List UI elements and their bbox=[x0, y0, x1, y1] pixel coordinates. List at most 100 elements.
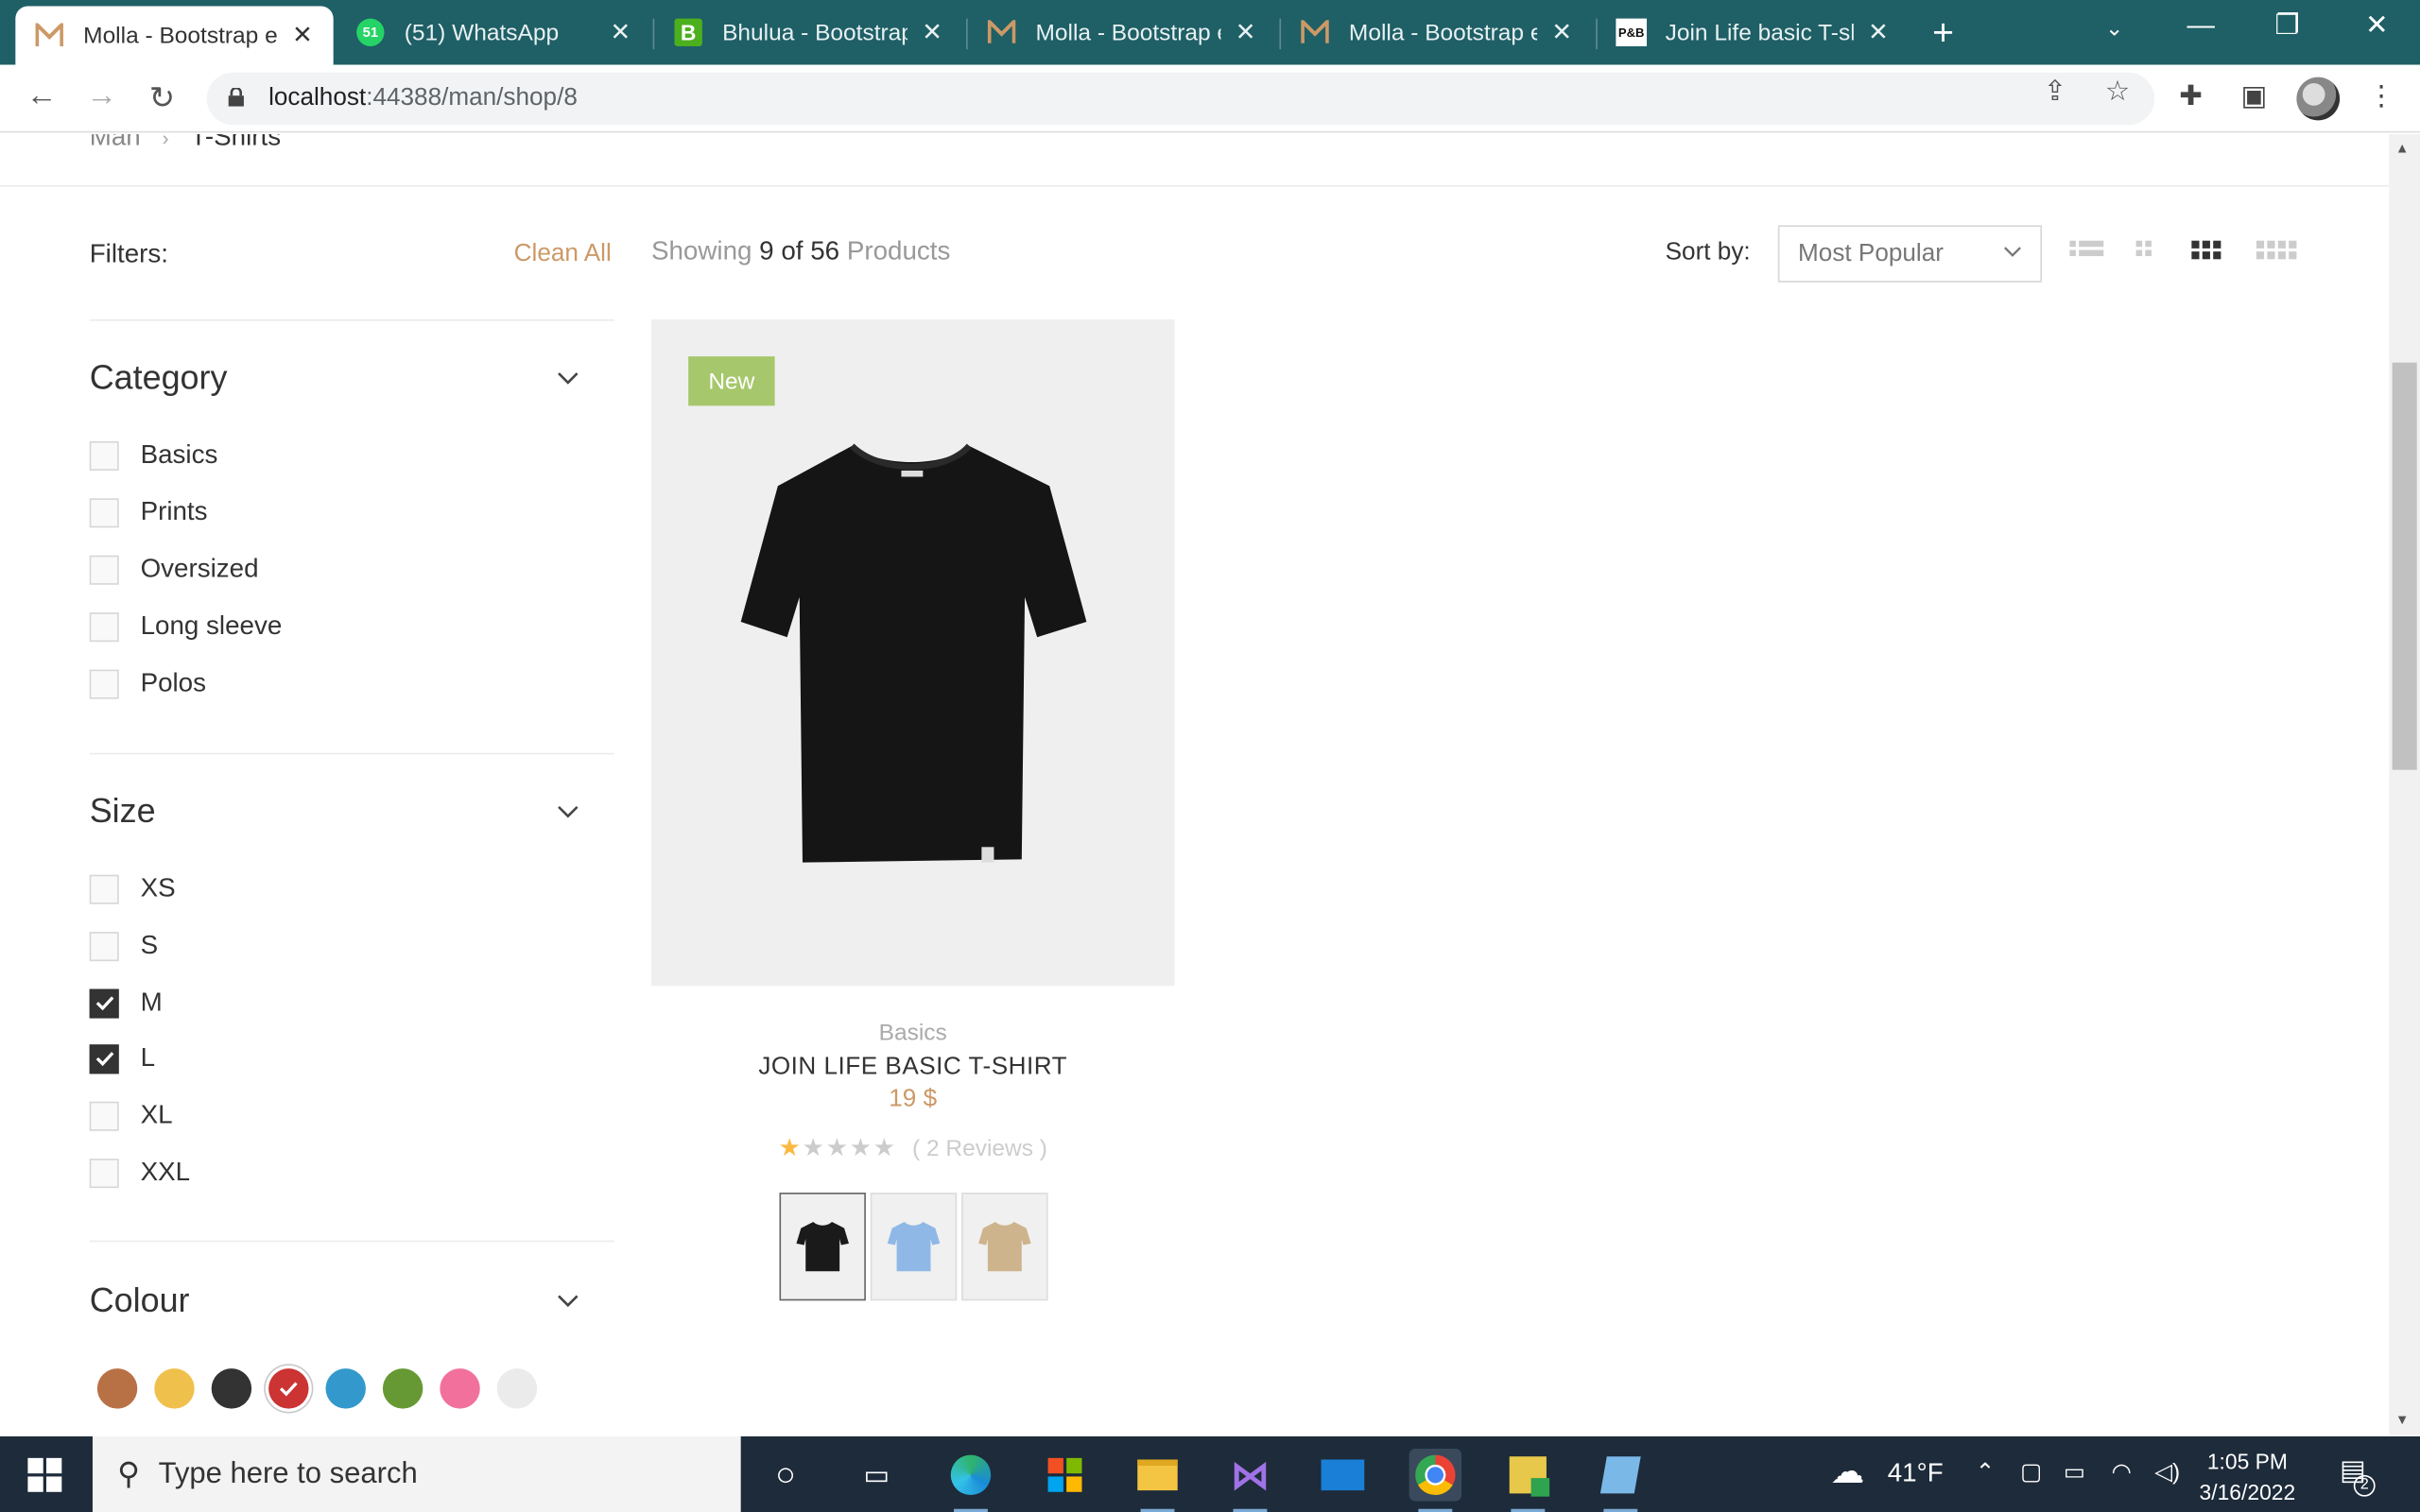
size-option-m[interactable]: M bbox=[89, 985, 163, 1022]
browser-tab-1[interactable]: Molla - Bootstrap e ✕ bbox=[15, 6, 334, 65]
size-option-xs[interactable]: XS bbox=[89, 870, 176, 907]
size-option-s[interactable]: S bbox=[89, 927, 158, 964]
checkbox[interactable] bbox=[89, 497, 119, 527]
close-tab-icon[interactable]: ✕ bbox=[605, 17, 636, 48]
scrollbar-thumb[interactable] bbox=[2392, 362, 2417, 770]
battery-icon[interactable]: ▭ bbox=[2064, 1458, 2085, 1486]
new-tab-button[interactable]: + bbox=[1932, 12, 1954, 56]
checkbox[interactable] bbox=[89, 668, 119, 698]
checkbox[interactable] bbox=[89, 1158, 119, 1188]
colour-swatch[interactable] bbox=[325, 1368, 366, 1409]
side-panel-icon[interactable]: ▣ bbox=[2241, 80, 2268, 112]
close-window-button[interactable]: ✕ bbox=[2346, 9, 2408, 42]
category-option-polos[interactable]: Polos bbox=[89, 665, 206, 702]
bookmark-star-icon[interactable]: ☆ bbox=[2105, 76, 2130, 108]
weather-temperature[interactable]: 41°F bbox=[1888, 1458, 1944, 1489]
browser-menu-icon[interactable]: ⋮ bbox=[2367, 80, 2394, 112]
weather-cloud-icon[interactable]: ☁ bbox=[1830, 1452, 1864, 1491]
category-option-long-sleeve[interactable]: Long sleeve bbox=[89, 608, 283, 644]
tab-search-chevron-icon[interactable]: ⌄ bbox=[2083, 15, 2145, 42]
extensions-puzzle-icon[interactable]: ✚ bbox=[2179, 80, 2203, 112]
category-option-basics[interactable]: Basics bbox=[89, 437, 218, 473]
clean-all-link[interactable]: Clean All bbox=[514, 241, 612, 268]
colour-swatch[interactable] bbox=[96, 1368, 138, 1409]
close-tab-icon[interactable]: ✕ bbox=[1230, 17, 1261, 48]
sort-select[interactable]: Most Popular bbox=[1777, 225, 2042, 283]
windows-start-icon[interactable] bbox=[27, 1457, 62, 1492]
size-title[interactable]: Size bbox=[90, 792, 156, 832]
close-tab-icon[interactable]: ✕ bbox=[917, 17, 948, 48]
mail-icon[interactable] bbox=[1317, 1449, 1370, 1502]
forward-arrow-icon[interactable]: → bbox=[82, 78, 122, 114]
file-explorer-icon[interactable] bbox=[1132, 1449, 1184, 1512]
sql-tool-icon[interactable] bbox=[1502, 1449, 1555, 1512]
product-image[interactable]: New bbox=[650, 318, 1175, 987]
colour-swatch[interactable] bbox=[440, 1368, 480, 1409]
share-icon[interactable]: ⇪ bbox=[2044, 76, 2067, 108]
reload-icon[interactable]: ↻ bbox=[142, 78, 182, 117]
category-option-prints[interactable]: Prints bbox=[89, 493, 208, 530]
wifi-icon[interactable]: ◠ bbox=[2111, 1458, 2131, 1486]
colour-swatch[interactable] bbox=[382, 1368, 424, 1409]
colour-swatch[interactable] bbox=[211, 1368, 252, 1409]
microsoft-store-icon[interactable] bbox=[1039, 1449, 1092, 1502]
size-option-xl[interactable]: XL bbox=[89, 1097, 173, 1134]
checkbox[interactable] bbox=[89, 931, 119, 961]
variant-thumb-beige[interactable] bbox=[960, 1193, 1047, 1301]
checkbox[interactable] bbox=[89, 554, 119, 584]
chevron-down-icon[interactable] bbox=[556, 1288, 580, 1313]
visual-studio-icon[interactable]: ⋈ bbox=[1224, 1449, 1277, 1512]
product-name[interactable]: JOIN LIFE BASIC T-SHIRT bbox=[651, 1054, 1174, 1081]
grid-4-view-icon[interactable] bbox=[2256, 240, 2297, 260]
breadcrumb-item-man[interactable]: Man bbox=[90, 134, 141, 153]
variant-thumb-black[interactable] bbox=[778, 1193, 866, 1301]
product-card[interactable]: New Basics JOIN LIFE BASIC T-SHIRT 19 $ … bbox=[650, 318, 1175, 1301]
close-tab-icon[interactable]: ✕ bbox=[1863, 17, 1894, 48]
colour-swatch-selected[interactable] bbox=[268, 1368, 309, 1409]
checkbox[interactable] bbox=[89, 1100, 119, 1130]
category-option-oversized[interactable]: Oversized bbox=[89, 551, 259, 588]
page-scrollbar[interactable]: ▲ ▼ bbox=[2389, 134, 2420, 1435]
checkbox[interactable] bbox=[89, 611, 119, 642]
minimize-button[interactable]: — bbox=[2170, 9, 2232, 42]
close-tab-icon[interactable]: ✕ bbox=[287, 20, 319, 51]
restore-button[interactable]: ❐ bbox=[2256, 9, 2318, 42]
category-title[interactable]: Category bbox=[90, 358, 228, 398]
back-arrow-icon[interactable]: ← bbox=[22, 78, 61, 114]
close-tab-icon[interactable]: ✕ bbox=[1547, 17, 1578, 48]
browser-tab-5[interactable]: Molla - Bootstrap e ✕ bbox=[1281, 7, 1593, 60]
scroll-down-arrow-icon[interactable]: ▼ bbox=[2395, 1412, 2410, 1427]
edge-icon[interactable] bbox=[944, 1449, 997, 1512]
checkbox-checked[interactable] bbox=[89, 988, 119, 1018]
grid-3-view-icon[interactable] bbox=[2191, 240, 2221, 260]
variant-thumb-blue[interactable] bbox=[869, 1193, 957, 1301]
list-view-icon[interactable] bbox=[2069, 240, 2104, 257]
grid-2-view-icon[interactable] bbox=[2135, 240, 2152, 257]
colour-title[interactable]: Colour bbox=[90, 1280, 190, 1320]
checkbox[interactable] bbox=[89, 440, 119, 471]
notifications-icon[interactable]: ▤2 bbox=[2340, 1455, 2388, 1497]
taskbar-clock[interactable]: 1:05 PM 3/16/2022 bbox=[2200, 1446, 2296, 1507]
browser-tab-4[interactable]: Molla - Bootstrap e ✕ bbox=[968, 7, 1277, 60]
meet-now-icon[interactable]: ▢ bbox=[2020, 1458, 2042, 1486]
address-bar[interactable]: localhost:44388/man/shop/8 bbox=[206, 72, 2155, 126]
notepad-icon[interactable] bbox=[1595, 1449, 1648, 1512]
reviews-link[interactable]: ( 2 Reviews ) bbox=[912, 1135, 1047, 1161]
browser-tab-3[interactable]: B Bhulua - Bootstrap ✕ bbox=[654, 7, 963, 60]
checkbox-checked[interactable] bbox=[89, 1043, 119, 1074]
checkbox[interactable] bbox=[89, 873, 119, 903]
chevron-down-icon[interactable] bbox=[556, 366, 580, 390]
size-option-l[interactable]: L bbox=[89, 1040, 155, 1076]
tray-chevron-up-icon[interactable]: ⌃ bbox=[1976, 1458, 1996, 1486]
colour-swatch[interactable] bbox=[154, 1368, 195, 1409]
browser-tab-2[interactable]: 51 (51) WhatsApp ✕ bbox=[337, 7, 651, 60]
browser-tab-6[interactable]: P&B Join Life basic T-shi ✕ bbox=[1598, 7, 1910, 60]
taskbar-search-box[interactable]: ⚲ Type here to search bbox=[92, 1435, 741, 1512]
size-option-xxl[interactable]: XXL bbox=[89, 1154, 190, 1191]
task-view-icon[interactable]: ▭ bbox=[851, 1449, 904, 1502]
chevron-down-icon[interactable] bbox=[556, 799, 580, 824]
profile-avatar[interactable] bbox=[2296, 77, 2341, 121]
scroll-up-arrow-icon[interactable]: ▲ bbox=[2395, 141, 2410, 156]
cortana-icon[interactable]: ○ bbox=[759, 1449, 812, 1502]
product-category[interactable]: Basics bbox=[651, 1020, 1174, 1046]
